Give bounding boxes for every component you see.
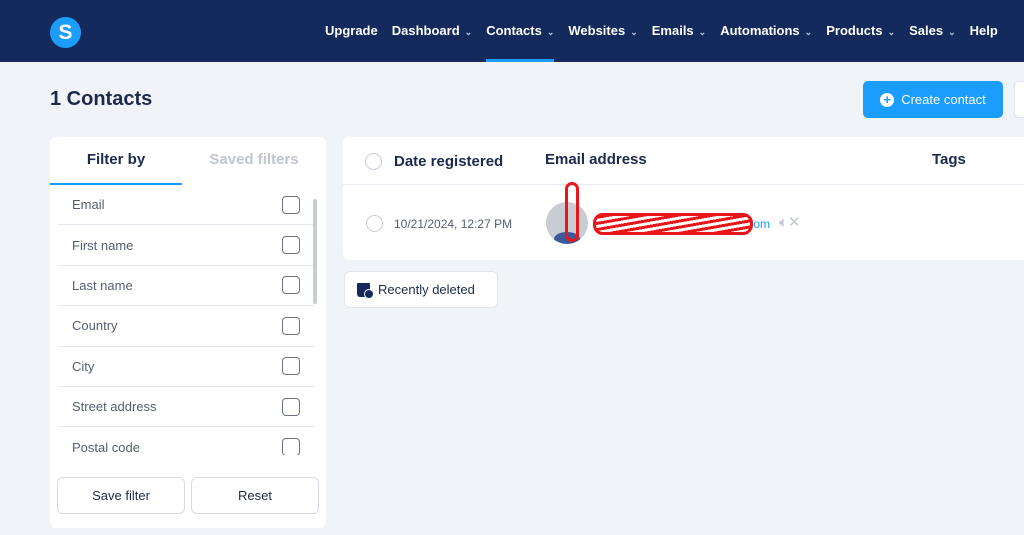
filter-field-checkbox[interactable]	[282, 236, 300, 255]
nav-item-sales[interactable]: Sales ⌄	[909, 0, 956, 62]
nav-item-label: Help	[969, 23, 998, 38]
col-date-registered[interactable]: Date registered	[394, 153, 503, 170]
filter-field-checkbox[interactable]	[282, 397, 300, 416]
nav-item-products[interactable]: Products ⌄	[826, 0, 895, 62]
trash-clock-icon	[357, 282, 374, 299]
filter-field-row[interactable]: Postal code	[58, 427, 314, 455]
main-menu: Upgrade Dashboard ⌄ Contacts ⌄ Websites ⌄ Email…	[325, 0, 998, 62]
tab-saved-filters[interactable]: Saved filters	[182, 137, 326, 185]
filter-field-label: City	[72, 358, 95, 374]
chevron-down-icon: ⌄	[948, 27, 956, 37]
mute-icon[interactable]: 🔈︎✕	[779, 213, 801, 231]
nav-item-label: Emails	[651, 23, 694, 38]
scrollbar[interactable]	[313, 199, 317, 304]
nav-item-help[interactable]: Help	[970, 0, 998, 62]
filter-field-checkbox[interactable]	[282, 316, 300, 335]
filter-field-row[interactable]: Email	[58, 185, 314, 226]
filter-field-list: Email First name Last name Country City Stree…	[58, 185, 314, 455]
more-button[interactable]	[1014, 81, 1024, 118]
nav-item-label: Websites	[568, 23, 626, 38]
filter-field-label: First name	[72, 237, 134, 253]
filter-field-checkbox[interactable]	[282, 276, 300, 295]
nav-item-websites[interactable]: Websites ⌄	[568, 0, 637, 62]
page-title: 1 Contacts	[50, 88, 153, 110]
chevron-down-icon: ⌄	[804, 27, 813, 37]
date-registered: 10/21/2024, 12:27 PM	[394, 217, 513, 231]
col-email-address[interactable]: Email address	[545, 151, 647, 168]
tab-filter-by[interactable]: Filter by	[50, 137, 182, 185]
filter-field-label: Postal code	[72, 439, 140, 455]
redaction-scribble	[565, 182, 579, 242]
row-checkbox[interactable]	[366, 215, 383, 232]
recently-deleted-label: Recently deleted	[378, 282, 475, 297]
filter-field-label: Email	[72, 197, 105, 213]
redaction-scribble	[593, 213, 753, 235]
chevron-down-icon: ⌄	[464, 27, 473, 37]
chevron-down-icon: ⌄	[630, 27, 638, 37]
chevron-down-icon: ⌄	[698, 27, 707, 37]
chevron-down-icon: ⌄	[887, 27, 896, 37]
filter-field-row[interactable]: Last name	[58, 266, 314, 307]
filter-field-row[interactable]: Country	[58, 306, 314, 347]
top-nav: S Upgrade Dashboard ⌄ Contacts ⌄ Websites ⌄ Ema…	[0, 0, 1024, 62]
nav-item-label: Contacts	[486, 23, 542, 38]
recently-deleted-button[interactable]: Recently deleted	[344, 271, 498, 308]
select-all-checkbox[interactable]	[365, 153, 382, 170]
nav-item-label: Products	[826, 23, 883, 38]
logo[interactable]: S	[50, 17, 81, 48]
reset-button[interactable]: Reset	[191, 477, 319, 514]
filter-field-row[interactable]: First name	[58, 225, 314, 266]
filter-field-row[interactable]: Street address	[58, 387, 314, 428]
filter-field-row[interactable]: City	[58, 347, 314, 387]
save-filter-button[interactable]: Save filter	[57, 477, 185, 514]
nav-item-label: Sales	[909, 23, 944, 38]
create-contact-button[interactable]: + Create contact	[863, 81, 1003, 118]
filter-panel: Filter by Saved filters Email First name L…	[50, 137, 326, 528]
nav-item-upgrade[interactable]: Upgrade	[325, 0, 378, 62]
plus-circle-icon: +	[880, 92, 895, 107]
nav-item-contacts[interactable]: Contacts ⌄	[486, 0, 555, 62]
table-header: Date registered Email address Tags	[343, 137, 1024, 185]
col-tags[interactable]: Tags	[932, 151, 966, 168]
nav-item-label: Automations	[720, 23, 800, 38]
nav-item-dashboard[interactable]: Dashboard ⌄	[392, 0, 472, 62]
filter-field-checkbox[interactable]	[282, 195, 300, 214]
filter-field-label: Last name	[72, 277, 133, 293]
nav-item-emails[interactable]: Emails ⌄	[652, 0, 706, 62]
chevron-down-icon: ⌄	[546, 27, 555, 37]
filter-field-checkbox[interactable]	[282, 357, 300, 376]
nav-item-label: Upgrade	[325, 23, 378, 38]
nav-item-label: Dashboard	[391, 23, 460, 38]
nav-item-automations[interactable]: Automations ⌄	[720, 0, 812, 62]
filter-field-checkbox[interactable]	[282, 438, 300, 455]
create-contact-label: Create contact	[901, 92, 986, 107]
filter-field-label: Country	[72, 318, 118, 334]
filter-field-label: Street address	[72, 399, 157, 415]
contacts-table: Date registered Email address Tags 10/21…	[343, 137, 1024, 260]
